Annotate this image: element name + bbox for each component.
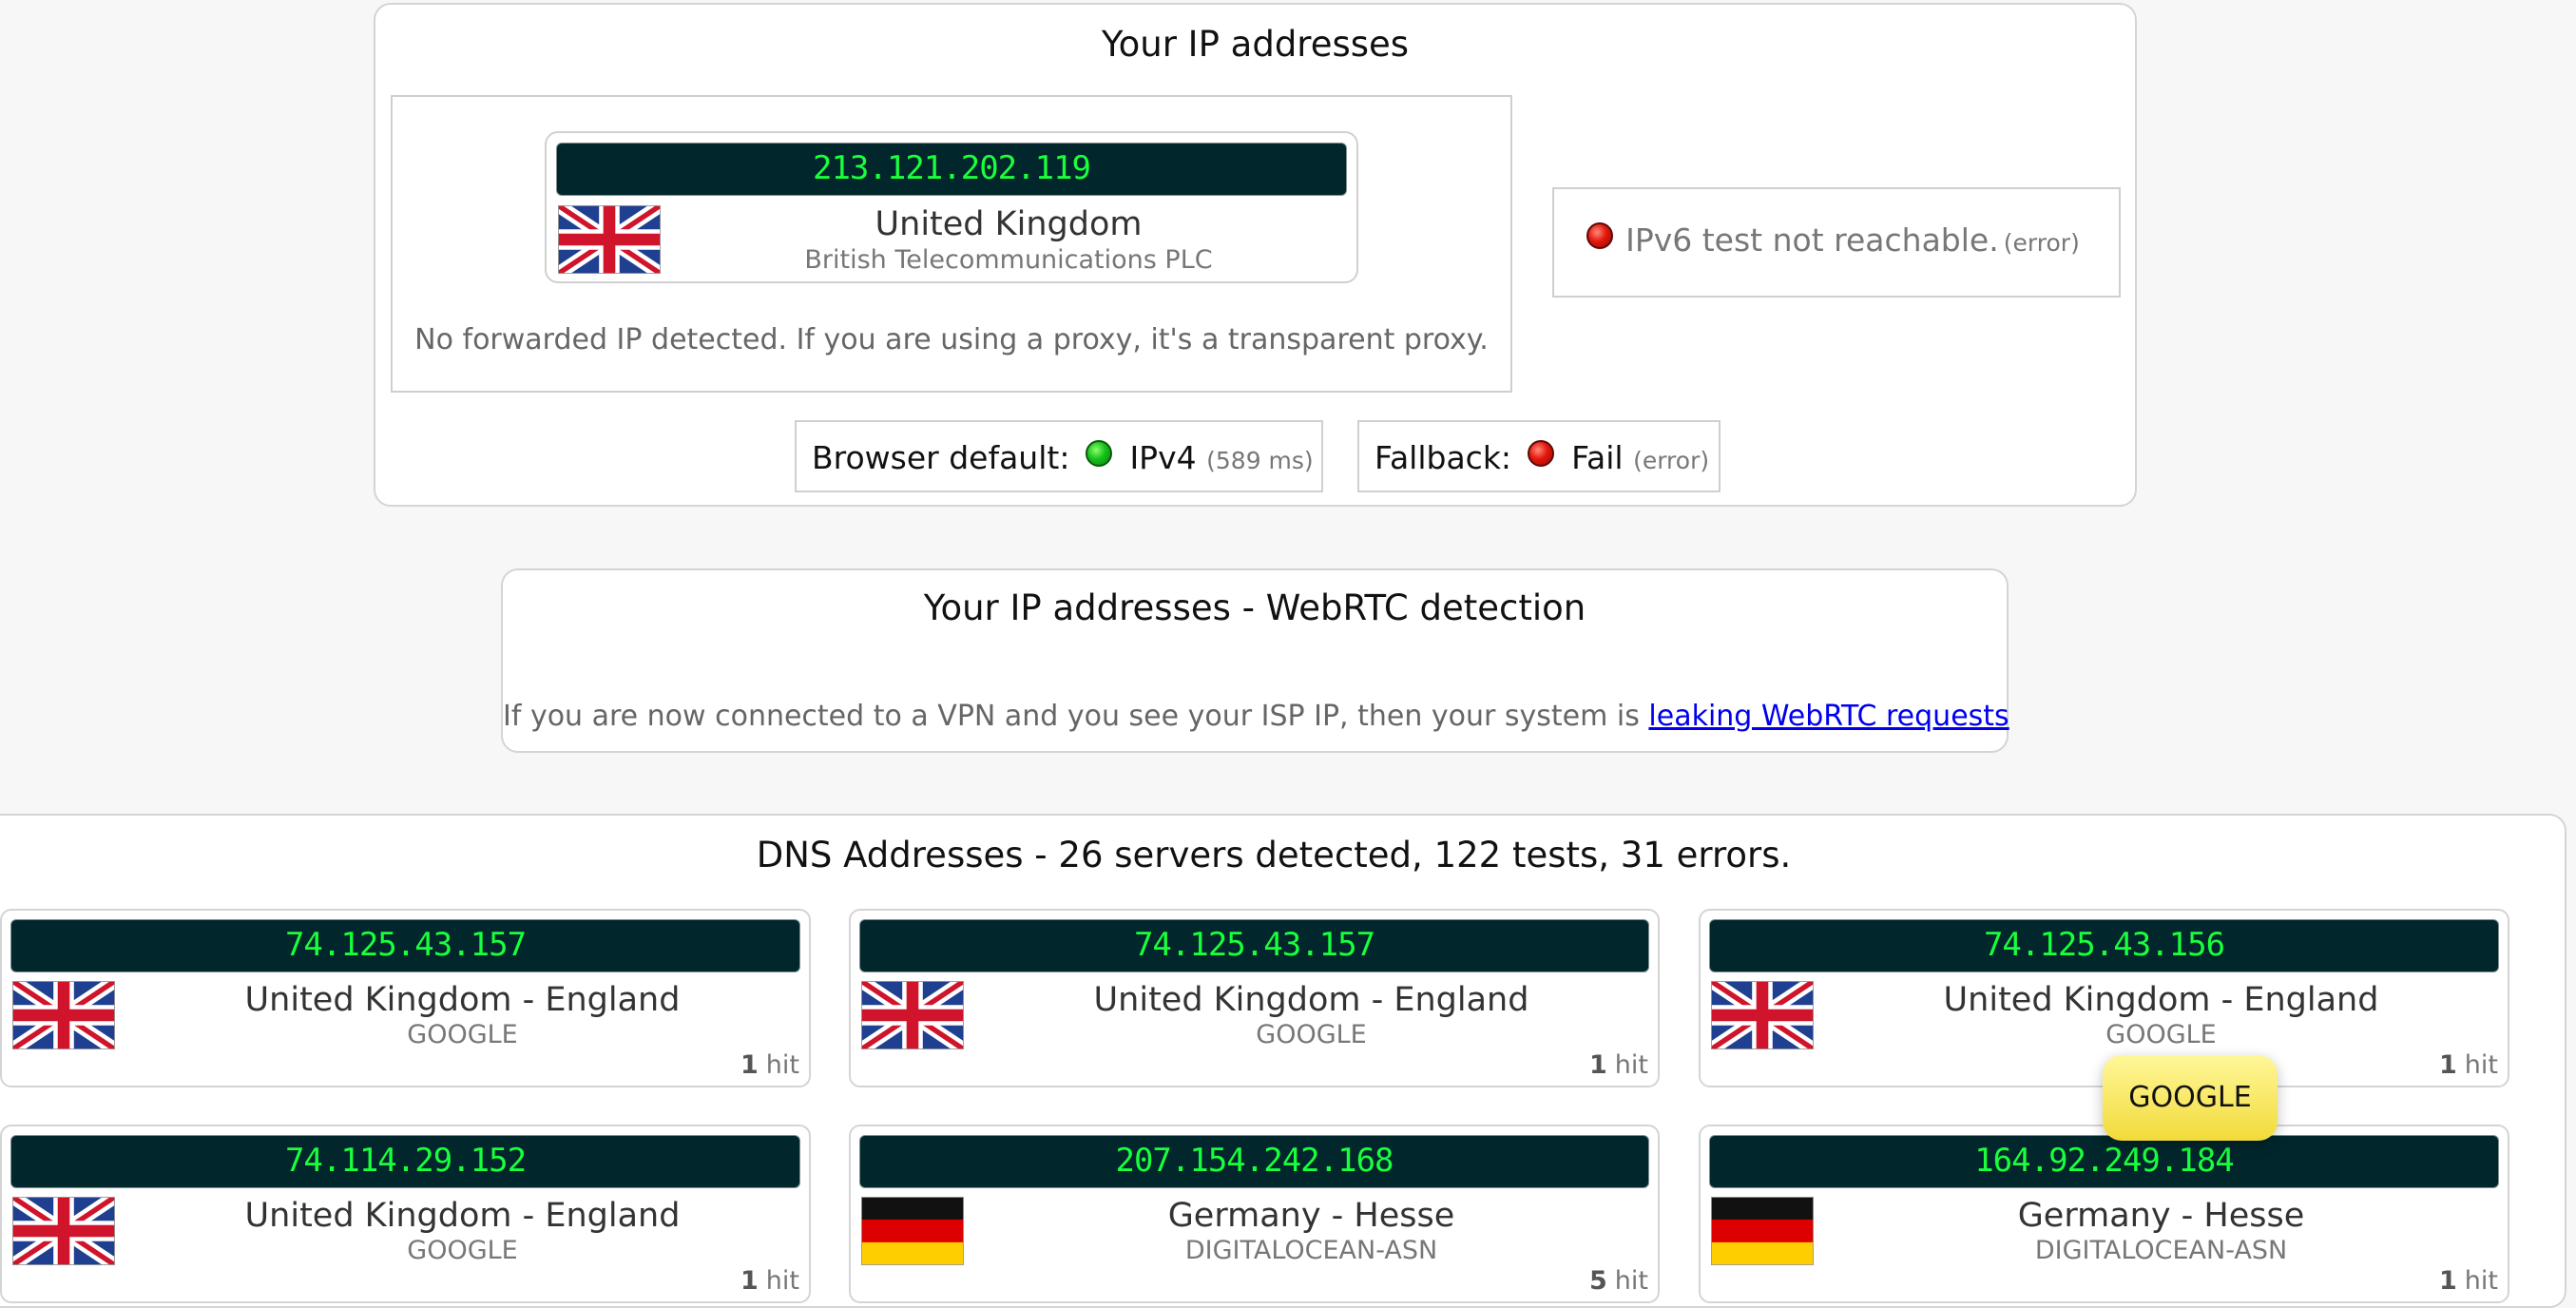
dns-server-hits: 1 hit (740, 1266, 799, 1296)
status-red-icon (1586, 222, 1613, 249)
hit-label: hit (765, 1266, 799, 1296)
dns-server-isp: GOOGLE (1256, 1020, 1367, 1049)
dns-server-card: 207.154.242.168 Germany - Hesse DIGITALOCE… (849, 1125, 1660, 1303)
dns-panel-title: DNS Addresses - 26 servers detected, 122… (756, 835, 1792, 875)
dns-server-card: 74.114.29.152 United Kingdom - England GOO… (0, 1125, 811, 1303)
dns-server-isp: DIGITALOCEAN-ASN (2034, 1236, 2288, 1265)
browser-default-latency: (589 ms) (1206, 447, 1314, 474)
dns-server-card: 74.125.43.157 United Kingdom - England GOO… (0, 909, 811, 1087)
uk-flag-icon (12, 1197, 115, 1265)
ipv4-country: United Kingdom (875, 205, 1143, 243)
uk-flag-icon (12, 981, 115, 1049)
uk-flag-icon (861, 981, 964, 1049)
fallback-label: Fallback: (1375, 439, 1512, 476)
uk-flag-icon (1711, 981, 1814, 1049)
dns-server-isp: DIGITALOCEAN-ASN (1184, 1236, 1438, 1265)
dns-server-ip[interactable]: 74.125.43.157 (10, 919, 800, 972)
dns-server-ip[interactable]: 164.92.249.184 (1709, 1135, 2499, 1188)
dns-server-card: 74.125.43.157 United Kingdom - England GOO… (849, 909, 1660, 1087)
ipv4-card: 213.121.202.119 United Kingdom British T… (545, 131, 1358, 283)
hit-count: 1 (2439, 1266, 2457, 1296)
ipv6-error-note: (error) (2003, 229, 2080, 257)
hit-count: 1 (2439, 1050, 2457, 1080)
dns-server-country: Germany - Hesse (2017, 1197, 2305, 1235)
webrtc-panel: Your IP addresses - WebRTC detection If … (501, 568, 2009, 753)
ip-addresses-panel: Your IP addresses 213.121.202.119 United… (374, 3, 2137, 507)
dns-server-isp: GOOGLE (407, 1236, 518, 1265)
fallback-box: Fallback: Fail (error) (1357, 420, 1721, 492)
fallback-error-note: (error) (1633, 447, 1710, 474)
hit-count: 1 (740, 1266, 759, 1296)
ipv4-address[interactable]: 213.121.202.119 (556, 143, 1347, 196)
ipv4-isp: British Telecommunications PLC (804, 245, 1213, 275)
webrtc-leak-link[interactable]: leaking WebRTC requests (1648, 700, 2009, 733)
isp-tooltip: GOOGLE (2103, 1055, 2278, 1141)
forwarded-ip-note: No forwarded IP detected. If you are usi… (414, 323, 1489, 356)
webrtc-note: If you are now connected to a VPN and yo… (503, 700, 2009, 733)
germany-flag-icon (1711, 1197, 1814, 1265)
status-green-icon (1085, 440, 1112, 467)
ipv6-status: IPv6 test not reachable. (error) (1586, 221, 2080, 259)
dns-server-ip[interactable]: 74.125.43.157 (859, 919, 1649, 972)
dns-server-country: United Kingdom - England (1093, 981, 1529, 1019)
dns-server-country: United Kingdom - England (1943, 981, 2379, 1019)
dns-server-hits: 1 hit (1589, 1050, 1648, 1080)
germany-flag-icon (861, 1197, 964, 1265)
dns-server-country: Germany - Hesse (1167, 1197, 1455, 1235)
hit-count: 1 (1589, 1050, 1607, 1080)
hit-label: hit (1614, 1266, 1648, 1296)
dns-server-ip[interactable]: 74.125.43.156 (1709, 919, 2499, 972)
fallback-row: Fallback: Fail (error) (1375, 439, 1709, 476)
hit-label: hit (2464, 1266, 2498, 1296)
fallback-value: Fail (1571, 439, 1624, 476)
hit-label: hit (1614, 1050, 1648, 1080)
webrtc-panel-title: Your IP addresses - WebRTC detection (923, 587, 1586, 628)
uk-flag-icon (558, 205, 661, 274)
ipv6-box: IPv6 test not reachable. (error) (1552, 187, 2121, 298)
dns-server-card: 164.92.249.184 Germany - Hesse DIGITALOCEA… (1699, 1125, 2509, 1303)
dns-server-isp: GOOGLE (2105, 1020, 2217, 1049)
dns-server-country: United Kingdom - England (244, 981, 681, 1019)
hit-label: hit (2464, 1050, 2498, 1080)
ipv4-box: 213.121.202.119 United Kingdom British T… (391, 95, 1512, 393)
browser-default-value: IPv4 (1129, 439, 1197, 476)
dns-server-country: United Kingdom - England (244, 1197, 681, 1235)
ip-panel-title: Your IP addresses (1101, 24, 1410, 65)
hit-count: 5 (1589, 1266, 1607, 1296)
status-red-icon (1527, 440, 1554, 467)
dns-server-hits: 5 hit (1589, 1266, 1648, 1296)
browser-default-label: Browser default: (812, 439, 1070, 476)
ipv6-message: IPv6 test not reachable. (1625, 221, 1999, 259)
dns-server-ip[interactable]: 207.154.242.168 (859, 1135, 1649, 1188)
dns-server-hits: 1 hit (740, 1050, 799, 1080)
webrtc-note-text: If you are now connected to a VPN and yo… (503, 700, 1640, 733)
dns-server-isp: GOOGLE (407, 1020, 518, 1049)
dns-server-ip[interactable]: 74.114.29.152 (10, 1135, 800, 1188)
hit-count: 1 (740, 1050, 759, 1080)
dns-server-hits: 1 hit (2439, 1266, 2498, 1296)
dns-server-hits: 1 hit (2439, 1050, 2498, 1080)
dns-server-card: 74.125.43.156 United Kingdom - England GOO… (1699, 909, 2509, 1087)
browser-default-row: Browser default: IPv4 (589 ms) (812, 439, 1314, 476)
browser-default-box: Browser default: IPv4 (589 ms) (795, 420, 1323, 492)
hit-label: hit (765, 1050, 799, 1080)
